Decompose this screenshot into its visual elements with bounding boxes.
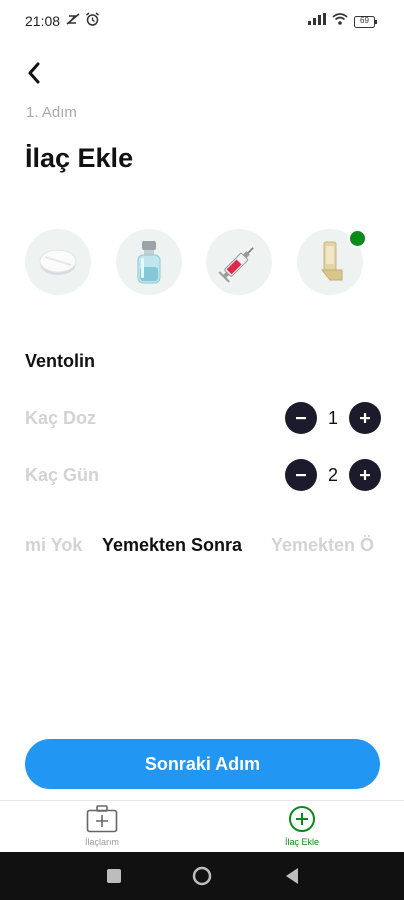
medicine-name: Ventolin [25,351,96,371]
days-stepper: 2 [285,459,381,491]
nav-label-add-medicine: İlaç Ekle [284,837,319,847]
syringe-icon [218,247,254,283]
days-value: 2 [327,465,338,485]
medicine-type-inhaler[interactable] [297,229,367,295]
battery-icon: 69 [354,15,378,28]
data-saver-off-icon [65,12,81,32]
dose-label: Kaç Doz [25,408,97,428]
days-decrement-button[interactable] [285,459,317,491]
days-increment-button[interactable] [349,459,381,491]
circle-icon [192,866,212,886]
triangle-back-icon [286,868,298,884]
nav-item-my-medicines[interactable]: İlaçlarım [42,805,162,847]
back-button[interactable] [20,58,48,88]
inhaler-icon [320,241,343,281]
chevron-left-icon [28,62,40,84]
dose-stepper: 1 [285,402,381,434]
days-stepper-row: Kaç Gün 2 [25,459,381,491]
next-step-button[interactable]: Sonraki Adım [25,739,380,789]
minus-icon [296,417,306,420]
meal-option-selected[interactable]: Yemekten Sonra [102,535,242,556]
meal-option-previous[interactable]: mi Yok [25,535,82,556]
nav-label-my-medicines: İlaçlarım [84,837,119,847]
alarm-icon [85,12,100,32]
medicine-type-vial[interactable] [116,229,182,295]
dose-stepper-row: Kaç Doz 1 [25,402,381,434]
selected-indicator [348,229,367,248]
status-bar: 21:08 69 [0,0,404,40]
pill-icon [39,249,77,275]
medicine-type-selector [0,229,404,299]
medical-kit-icon [86,805,118,833]
days-label: Kaç Gün [25,465,100,485]
plus-icon [360,413,370,423]
battery-level: 69 [360,16,369,25]
vial-icon [137,241,161,284]
step-label: 1. Adım [26,104,77,121]
medicine-type-pill[interactable] [25,229,91,295]
meal-option-next[interactable]: Yemekten Ö [271,535,374,556]
medicine-type-syringe[interactable] [206,229,272,295]
meal-timing-picker[interactable]: mi Yok Yemekten Sonra Yemekten Ö [0,535,404,561]
signal-icon [308,12,326,30]
bottom-nav: İlaçlarım İlaç Ekle [0,800,404,852]
dose-increment-button[interactable] [349,402,381,434]
home-button[interactable] [192,866,212,886]
status-time: 21:08 [25,13,61,29]
add-circle-icon [289,806,315,832]
square-icon [107,869,121,883]
dose-value: 1 [327,408,338,428]
wifi-icon [332,12,348,30]
dose-decrement-button[interactable] [285,402,317,434]
back-system-button[interactable] [282,866,302,886]
page-title: İlaç Ekle [25,143,134,173]
system-nav-bar [0,852,404,900]
nav-item-add-medicine[interactable]: İlaç Ekle [242,805,362,847]
plus-icon [360,470,370,480]
minus-icon [296,474,306,477]
recents-button[interactable] [104,866,124,886]
